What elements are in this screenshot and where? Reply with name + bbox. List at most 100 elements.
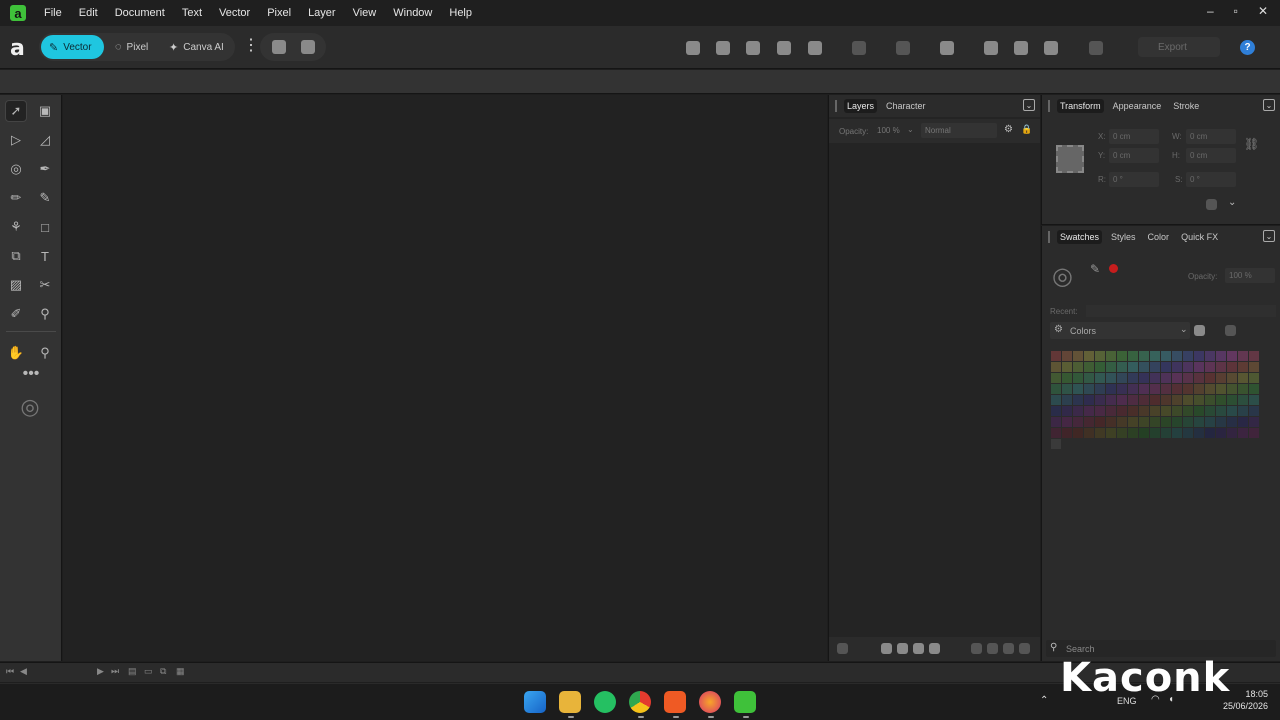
color-swatch[interactable] [1150, 362, 1160, 372]
color-swatch[interactable] [1062, 417, 1072, 427]
color-swatch[interactable] [1238, 406, 1248, 416]
color-swatch[interactable] [1139, 362, 1149, 372]
color-swatch[interactable] [1139, 384, 1149, 394]
color-swatch[interactable] [1150, 373, 1160, 383]
persona-pixel-button[interactable]: ◌ Pixel [107, 35, 156, 59]
color-swatch[interactable] [1084, 428, 1094, 438]
color-swatch[interactable] [1051, 384, 1061, 394]
color-swatch[interactable] [1106, 417, 1116, 427]
color-swatch[interactable] [1183, 362, 1193, 372]
add-shapes-icon[interactable] [686, 41, 700, 55]
eyedropper-tool-icon[interactable]: ✐ [5, 303, 27, 325]
tray-chevron-up-icon[interactable]: ⌃ [1040, 695, 1048, 706]
panel-grip-icon[interactable] [1048, 231, 1050, 243]
color-swatch[interactable] [1172, 395, 1182, 405]
color-swatch[interactable] [1249, 428, 1259, 438]
color-swatch[interactable] [1073, 395, 1083, 405]
corner-tool-icon[interactable]: ◿ [34, 129, 56, 151]
combine-icon[interactable] [852, 41, 866, 55]
chrome-icon[interactable] [629, 691, 651, 713]
color-swatch[interactable] [1172, 428, 1182, 438]
chevron-down-icon[interactable]: ⌄ [1263, 99, 1275, 111]
menu-file[interactable]: File [44, 7, 62, 19]
next-page-icon[interactable]: ▶ [97, 666, 104, 677]
color-swatch[interactable] [1249, 395, 1259, 405]
color-swatch[interactable] [1227, 384, 1237, 394]
color-swatch[interactable] [1249, 406, 1259, 416]
color-swatch[interactable] [1205, 384, 1215, 394]
image-tool-icon[interactable]: ▨ [5, 274, 27, 296]
color-swatch[interactable] [1084, 406, 1094, 416]
menu-pixel[interactable]: Pixel [267, 7, 291, 19]
spread-icon[interactable]: ▭ [144, 666, 153, 677]
color-swatch[interactable] [1205, 417, 1215, 427]
color-swatch[interactable] [1139, 428, 1149, 438]
flip-horizontal-icon[interactable] [896, 41, 910, 55]
color-swatch[interactable] [1150, 428, 1160, 438]
color-swatch[interactable] [1062, 351, 1072, 361]
color-swatch[interactable] [1194, 406, 1204, 416]
last-page-icon[interactable]: ⏭ [111, 666, 119, 677]
persona-canva-ai-button[interactable]: ✦ Canva AI [161, 35, 232, 59]
firefox-icon[interactable] [699, 691, 721, 713]
palette-select[interactable]: ⚙ Colors ⌄ [1050, 322, 1190, 339]
mask-icon[interactable] [929, 643, 940, 654]
color-swatch[interactable] [1183, 406, 1193, 416]
chevron-down-icon[interactable]: ⌄ [1263, 230, 1275, 242]
color-swatch[interactable] [1106, 428, 1116, 438]
color-swatch[interactable] [1062, 362, 1072, 372]
color-swatch[interactable] [1139, 351, 1149, 361]
color-swatch[interactable] [1205, 406, 1215, 416]
color-swatch[interactable] [1227, 428, 1237, 438]
chevron-down-icon[interactable]: ⌄ [1228, 197, 1236, 208]
tab-stroke[interactable]: Stroke [1170, 99, 1202, 113]
color-swatch[interactable] [1161, 384, 1171, 394]
menu-window[interactable]: Window [393, 7, 432, 19]
color-swatch[interactable] [1095, 428, 1105, 438]
text-tool-icon[interactable]: T [34, 245, 56, 267]
color-swatch[interactable] [1161, 395, 1171, 405]
windows-start-icon[interactable] [524, 691, 546, 713]
gear-icon[interactable]: ⚙ [1004, 124, 1013, 135]
color-swatch[interactable] [1073, 362, 1083, 372]
node-tool-icon[interactable]: ▷ [5, 129, 27, 151]
color-swatch[interactable] [1238, 395, 1248, 405]
color-swatch[interactable] [1095, 395, 1105, 405]
color-swatch[interactable] [1172, 373, 1182, 383]
document-view-icon[interactable] [272, 40, 286, 54]
color-swatch[interactable] [1051, 351, 1061, 361]
color-swatch[interactable] [1172, 406, 1182, 416]
color-swatch[interactable] [1249, 384, 1259, 394]
xor-shapes-icon[interactable] [777, 41, 791, 55]
file-explorer-icon[interactable] [559, 691, 581, 713]
color-swatch[interactable] [1106, 351, 1116, 361]
color-swatch[interactable] [1216, 351, 1226, 361]
h-field[interactable]: 0 cm [1186, 148, 1236, 163]
color-swatch[interactable] [1117, 373, 1127, 383]
close-button[interactable]: ✕ [1258, 4, 1268, 18]
live-filter-icon[interactable] [897, 643, 908, 654]
transform-origin-icon[interactable] [1206, 199, 1217, 210]
color-swatch[interactable] [1183, 417, 1193, 427]
color-swatch[interactable] [1051, 406, 1061, 416]
color-swatch[interactable] [1139, 406, 1149, 416]
color-swatch[interactable] [1216, 373, 1226, 383]
color-swatch[interactable] [1194, 373, 1204, 383]
menu-help[interactable]: Help [449, 7, 472, 19]
menu-view[interactable]: View [353, 7, 377, 19]
color-swatch[interactable] [1183, 351, 1193, 361]
color-swatch[interactable] [1128, 395, 1138, 405]
delete-page-icon[interactable]: ▦ [176, 666, 185, 677]
color-swatch[interactable] [1150, 406, 1160, 416]
tab-transform[interactable]: Transform [1057, 99, 1104, 113]
color-swatch[interactable] [1084, 395, 1094, 405]
color-swatch[interactable] [1117, 362, 1127, 372]
pencil-tool-icon[interactable]: ✏ [5, 187, 27, 209]
color-swatch[interactable] [1051, 428, 1061, 438]
color-swatch[interactable] [1194, 395, 1204, 405]
color-swatch[interactable] [1150, 384, 1160, 394]
color-swatch[interactable] [1073, 417, 1083, 427]
link-icon[interactable]: ⛓ [1244, 137, 1259, 151]
color-swatch[interactable] [1128, 384, 1138, 394]
color-swatch[interactable] [1106, 362, 1116, 372]
